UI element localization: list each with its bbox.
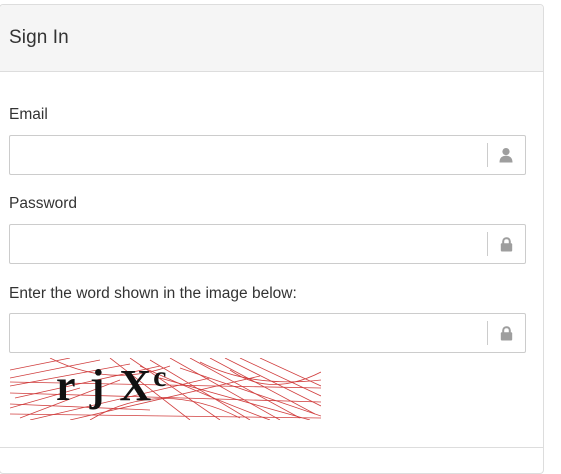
captcha-input[interactable] xyxy=(10,314,487,352)
user-icon xyxy=(487,136,525,174)
password-label: Password xyxy=(9,195,78,212)
password-input-group xyxy=(9,224,526,264)
panel-heading: Sign In xyxy=(0,5,543,72)
password-input[interactable] xyxy=(10,225,487,263)
lock-icon xyxy=(487,314,525,352)
email-input-group xyxy=(9,135,526,175)
captcha-label: Enter the word shown in the image below: xyxy=(9,285,297,302)
email-label: Email xyxy=(9,106,48,123)
lock-icon xyxy=(487,225,525,263)
panel-title: Sign In xyxy=(9,27,69,48)
captcha-text-super: c xyxy=(153,360,169,393)
captcha-image: r j Xc xyxy=(10,358,321,420)
panel-divider xyxy=(0,447,543,448)
captcha-text: r j Xc xyxy=(56,361,169,410)
captcha-input-group xyxy=(9,313,526,353)
captcha-text-main: r j X xyxy=(56,361,154,410)
email-input[interactable] xyxy=(10,136,487,174)
